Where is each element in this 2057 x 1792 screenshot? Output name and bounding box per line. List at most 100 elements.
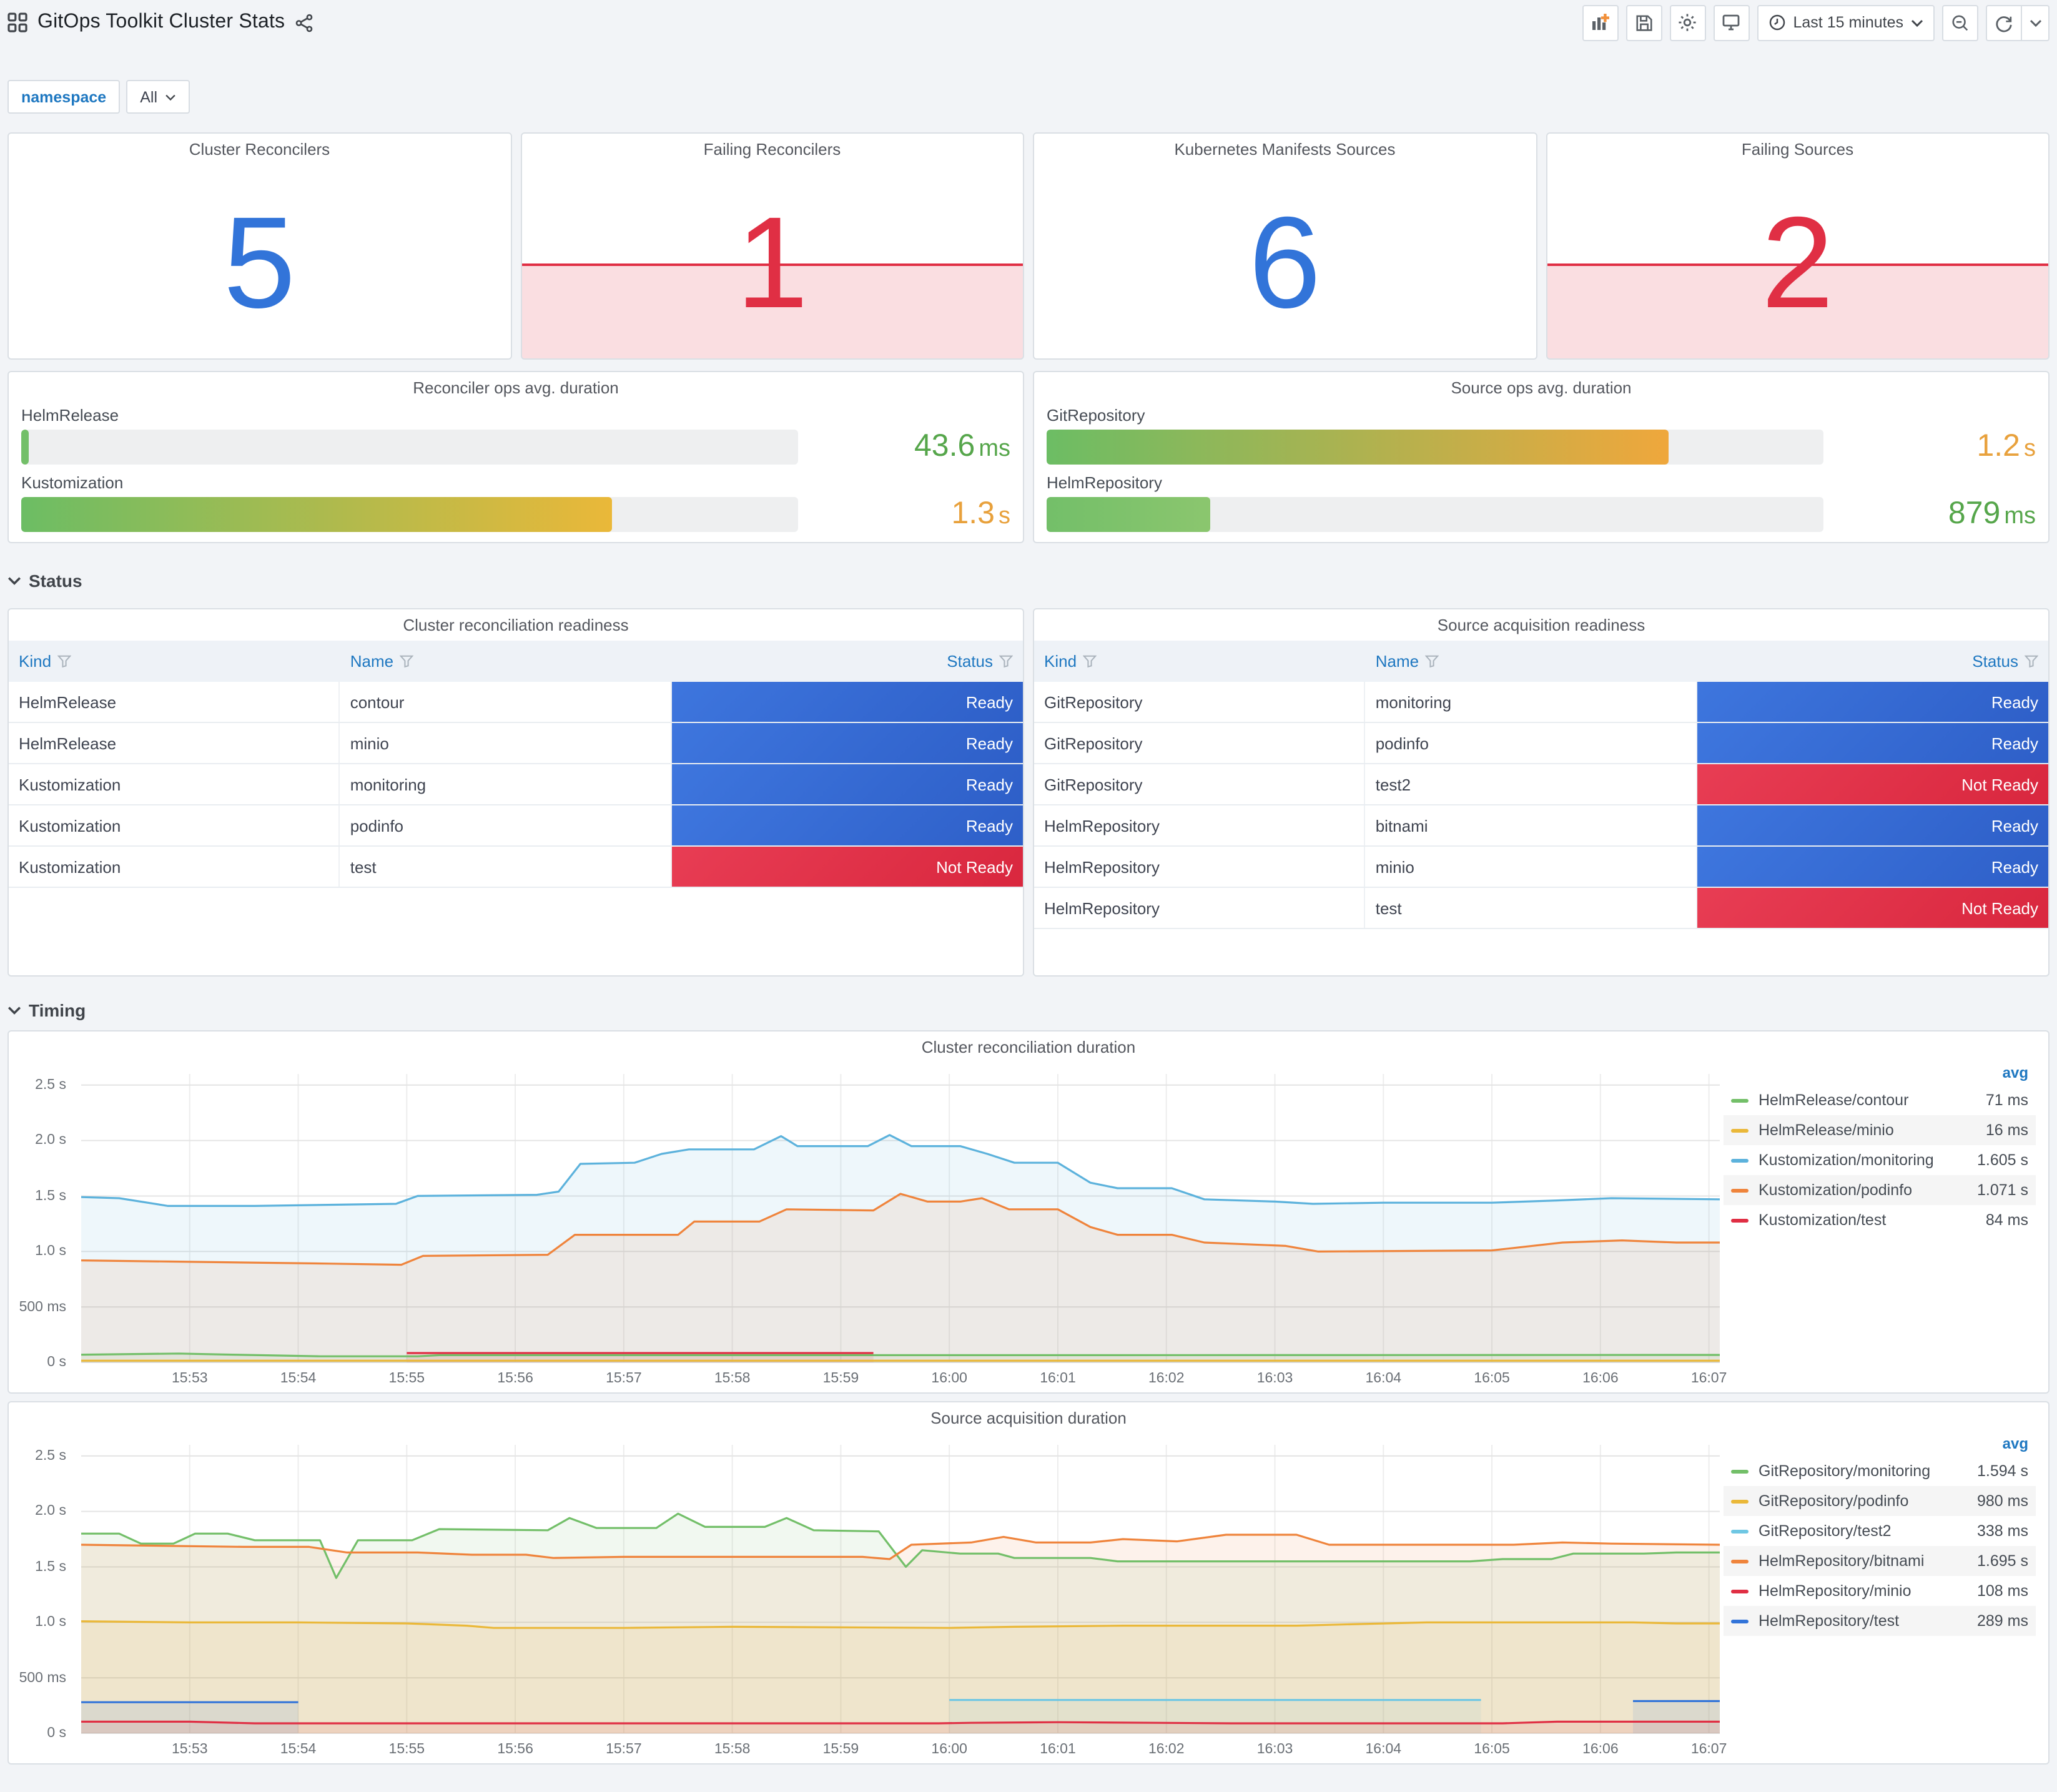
plot-area[interactable] <box>81 1074 1720 1371</box>
panel-title[interactable]: Cluster Reconcilers <box>9 134 510 159</box>
legend-item[interactable]: GitRepository/monitoring 1.594 s <box>1724 1456 2036 1486</box>
y-axis: 0 s 500 ms 1.0 s 1.5 s 2.0 s 2.5 s <box>9 1074 74 1370</box>
gauge-value: 43.6 ms <box>798 428 1010 465</box>
legend-swatch <box>1731 1589 1749 1593</box>
cell-name: contour <box>340 682 672 722</box>
legend-item[interactable]: HelmRelease/minio 16 ms <box>1724 1115 2036 1145</box>
panel-title[interactable]: Failing Sources <box>1547 134 2048 159</box>
x-tick-label: 15:58 <box>714 1742 751 1757</box>
section-timing[interactable]: Timing <box>7 1000 2050 1020</box>
panel-title[interactable]: Kubernetes Manifests Sources <box>1034 134 1536 159</box>
legend-series-name: HelmRelease/minio <box>1759 1121 1894 1139</box>
panel-title[interactable]: Source acquisition duration <box>9 1402 2048 1427</box>
add-panel-button[interactable] <box>1582 4 1619 41</box>
refresh-button[interactable] <box>1986 4 2022 41</box>
share-icon[interactable] <box>295 13 313 32</box>
gauge-row: HelmRelease 43.6 ms <box>21 406 1010 465</box>
y-tick-label: 1.0 s <box>35 1244 66 1259</box>
column-header-name[interactable]: Name <box>340 641 672 682</box>
dashboard-grid-icon[interactable] <box>7 12 27 32</box>
column-header-label: Status <box>947 652 993 671</box>
bargauge-panel-2: Source ops avg. duration GitRepository 1.2… <box>1033 371 2050 543</box>
table-row: HelmRelease contour Ready <box>9 682 1023 723</box>
x-tick-label: 15:59 <box>822 1371 859 1386</box>
legend-swatch <box>1731 1188 1749 1192</box>
section-status[interactable]: Status <box>7 571 2050 591</box>
gauge-fill <box>1047 496 1210 531</box>
table-row: HelmRepository minio Ready <box>1034 847 2048 888</box>
chart-legend: avg HelmRelease/contour 71 ms HelmRelease/m… <box>1724 1061 2036 1235</box>
x-tick-label: 16:04 <box>1365 1371 1402 1386</box>
save-dashboard-button[interactable] <box>1625 4 1662 41</box>
stat-panel-1: Cluster Reconcilers 5 <box>7 132 511 360</box>
refresh-interval-button[interactable] <box>2022 4 2050 41</box>
cell-kind: Kustomization <box>9 764 340 804</box>
panel-title[interactable]: Reconciler ops avg. duration <box>21 372 1010 397</box>
panel-title[interactable]: Cluster reconciliation duration <box>9 1031 2048 1056</box>
legend-swatch <box>1731 1619 1749 1623</box>
column-header-kind[interactable]: Kind <box>1034 641 1366 682</box>
panel-title[interactable]: Cluster reconciliation readiness <box>9 609 1023 634</box>
x-tick-label: 15:54 <box>280 1742 317 1757</box>
gauge-value: 879 ms <box>1823 496 2036 532</box>
panel-title[interactable]: Source ops avg. duration <box>1047 372 2036 397</box>
x-tick-label: 15:56 <box>497 1371 533 1386</box>
plot-area[interactable] <box>81 1445 1720 1742</box>
gauge-value: 1.2 s <box>1823 428 2036 465</box>
stat-value: 1 <box>736 191 809 337</box>
legend-item[interactable]: Kustomization/test 84 ms <box>1724 1205 2036 1235</box>
series-area <box>81 1535 1720 1733</box>
cell-name: podinfo <box>340 805 672 845</box>
y-tick-label: 0 s <box>47 1355 66 1370</box>
cell-name: test <box>1366 888 1697 928</box>
dashboard-settings-button[interactable] <box>1669 4 1706 41</box>
legend-item[interactable]: HelmRelease/contour 71 ms <box>1724 1085 2036 1115</box>
time-range-picker[interactable]: Last 15 minutes <box>1757 4 1935 41</box>
variable-namespace-label[interactable]: namespace <box>7 80 121 114</box>
panel-title[interactable]: Source acquisition readiness <box>1034 609 2048 634</box>
gauge-value-unit: ms <box>979 436 1010 462</box>
cell-kind: GitRepository <box>1034 723 1366 763</box>
gauge-label: GitRepository <box>1047 406 1145 425</box>
variable-namespace-selected: All <box>140 88 158 106</box>
column-header-status[interactable]: Status <box>1697 641 2048 682</box>
column-header-label: Status <box>1972 652 2018 671</box>
legend-item[interactable]: HelmRepository/minio 108 ms <box>1724 1576 2036 1606</box>
cell-name: podinfo <box>1366 723 1697 763</box>
refresh-button-group <box>1986 4 2050 41</box>
stats-row: Cluster Reconcilers 5 Failing Reconcilers 1… <box>7 132 2050 360</box>
legend-item[interactable]: GitRepository/test2 338 ms <box>1724 1516 2036 1546</box>
legend-swatch <box>1731 1158 1749 1162</box>
legend-item[interactable]: HelmRepository/bitnami 1.695 s <box>1724 1546 2036 1576</box>
cycle-view-button[interactable] <box>1713 4 1750 41</box>
legend-item[interactable]: Kustomization/monitoring 1.605 s <box>1724 1145 2036 1175</box>
x-tick-label: 15:58 <box>714 1371 751 1386</box>
y-tick-label: 2.5 s <box>35 1448 66 1464</box>
column-header-kind[interactable]: Kind <box>9 641 340 682</box>
legend-avg-header: avg <box>2002 1064 2028 1081</box>
bargauge-panel-1: Reconciler ops avg. duration HelmRelease 4… <box>7 371 1024 543</box>
y-tick-label: 1.0 s <box>35 1615 66 1630</box>
x-tick-label: 16:03 <box>1256 1371 1293 1386</box>
clock-icon <box>1768 14 1786 31</box>
table-row: Kustomization test Not Ready <box>9 847 1023 888</box>
panel-title[interactable]: Failing Reconcilers <box>521 134 1023 159</box>
column-header-name[interactable]: Name <box>1366 641 1697 682</box>
x-tick-label: 15:55 <box>388 1742 425 1757</box>
legend-item[interactable]: HelmRepository/test 289 ms <box>1724 1606 2036 1636</box>
gauge-row: Kustomization 1.3 s <box>21 473 1010 532</box>
legend-item[interactable]: Kustomization/podinfo 1.071 s <box>1724 1175 2036 1205</box>
gauge-value-unit: s <box>2024 436 2036 462</box>
filter-funnel-icon <box>400 655 414 668</box>
section-status-label: Status <box>29 571 82 591</box>
legend-item[interactable]: GitRepository/podinfo 980 ms <box>1724 1486 2036 1516</box>
variable-namespace-value[interactable]: All <box>126 80 190 114</box>
gauge-label: Kustomization <box>21 473 124 492</box>
column-header-label: Kind <box>1044 652 1077 671</box>
cell-kind: Kustomization <box>9 847 340 887</box>
x-tick-label: 16:03 <box>1256 1742 1293 1757</box>
legend-avg-value: 16 ms <box>1985 1121 2028 1139</box>
x-tick-label: 16:06 <box>1582 1742 1619 1757</box>
column-header-status[interactable]: Status <box>671 641 1023 682</box>
zoom-out-button[interactable] <box>1942 4 1978 41</box>
